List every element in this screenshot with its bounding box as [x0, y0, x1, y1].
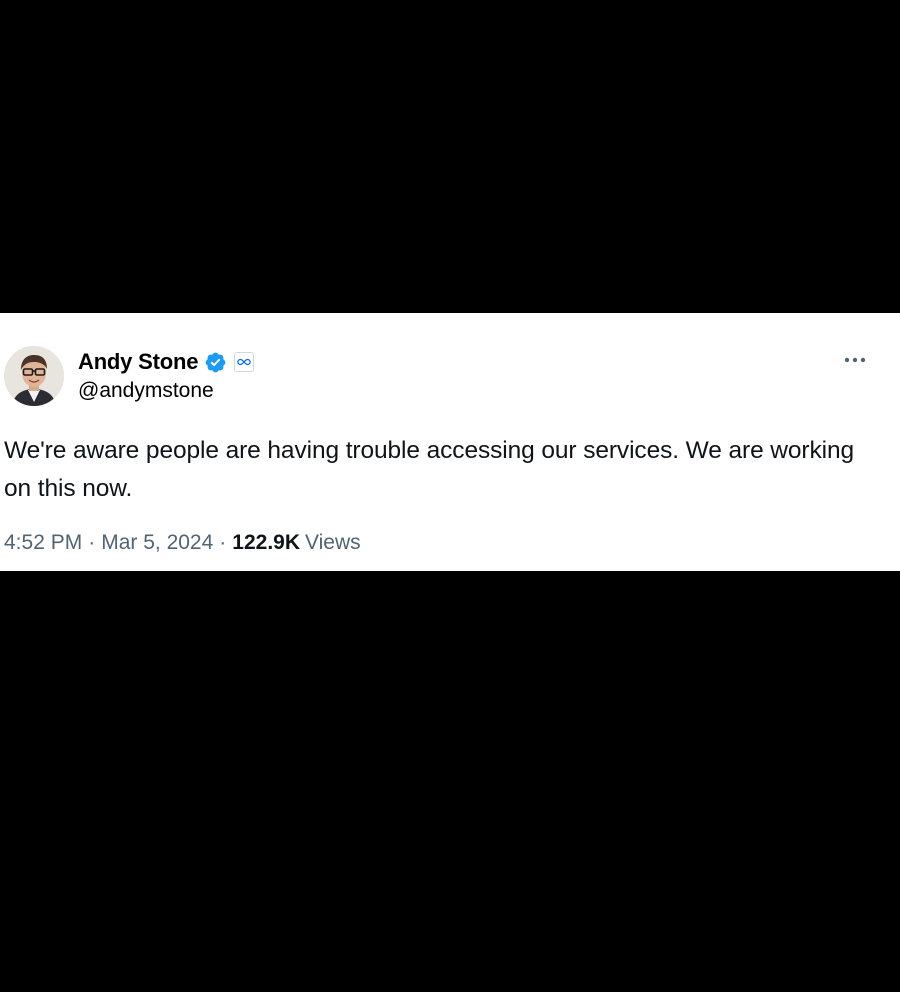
tweet-time[interactable]: 4:52 PM	[4, 531, 82, 555]
verified-badge-icon	[204, 351, 227, 374]
tweet-meta: 4:52 PM · Mar 5, 2024 · 122.9K Views	[4, 531, 361, 555]
tweet-date[interactable]: Mar 5, 2024	[101, 531, 213, 555]
author-handle[interactable]: @andymstone	[78, 379, 214, 403]
more-options-button[interactable]	[838, 349, 872, 371]
author-name-row: Andy Stone	[78, 347, 255, 377]
more-options-icon	[844, 357, 866, 363]
views-count: 122.9K	[232, 531, 301, 554]
views-label: Views	[305, 531, 361, 554]
meta-separator: ·	[219, 531, 227, 554]
avatar[interactable]	[4, 346, 64, 406]
meta-infinity-icon[interactable]	[234, 352, 255, 372]
tweet-text: We're aware people are having trouble ac…	[4, 437, 855, 502]
author-display-name[interactable]: Andy Stone	[78, 349, 198, 375]
profile-photo-icon	[4, 346, 64, 406]
tweet-card[interactable]: Andy Stone @andymstone We're aware peopl…	[0, 313, 900, 571]
meta-separator: ·	[88, 531, 96, 554]
